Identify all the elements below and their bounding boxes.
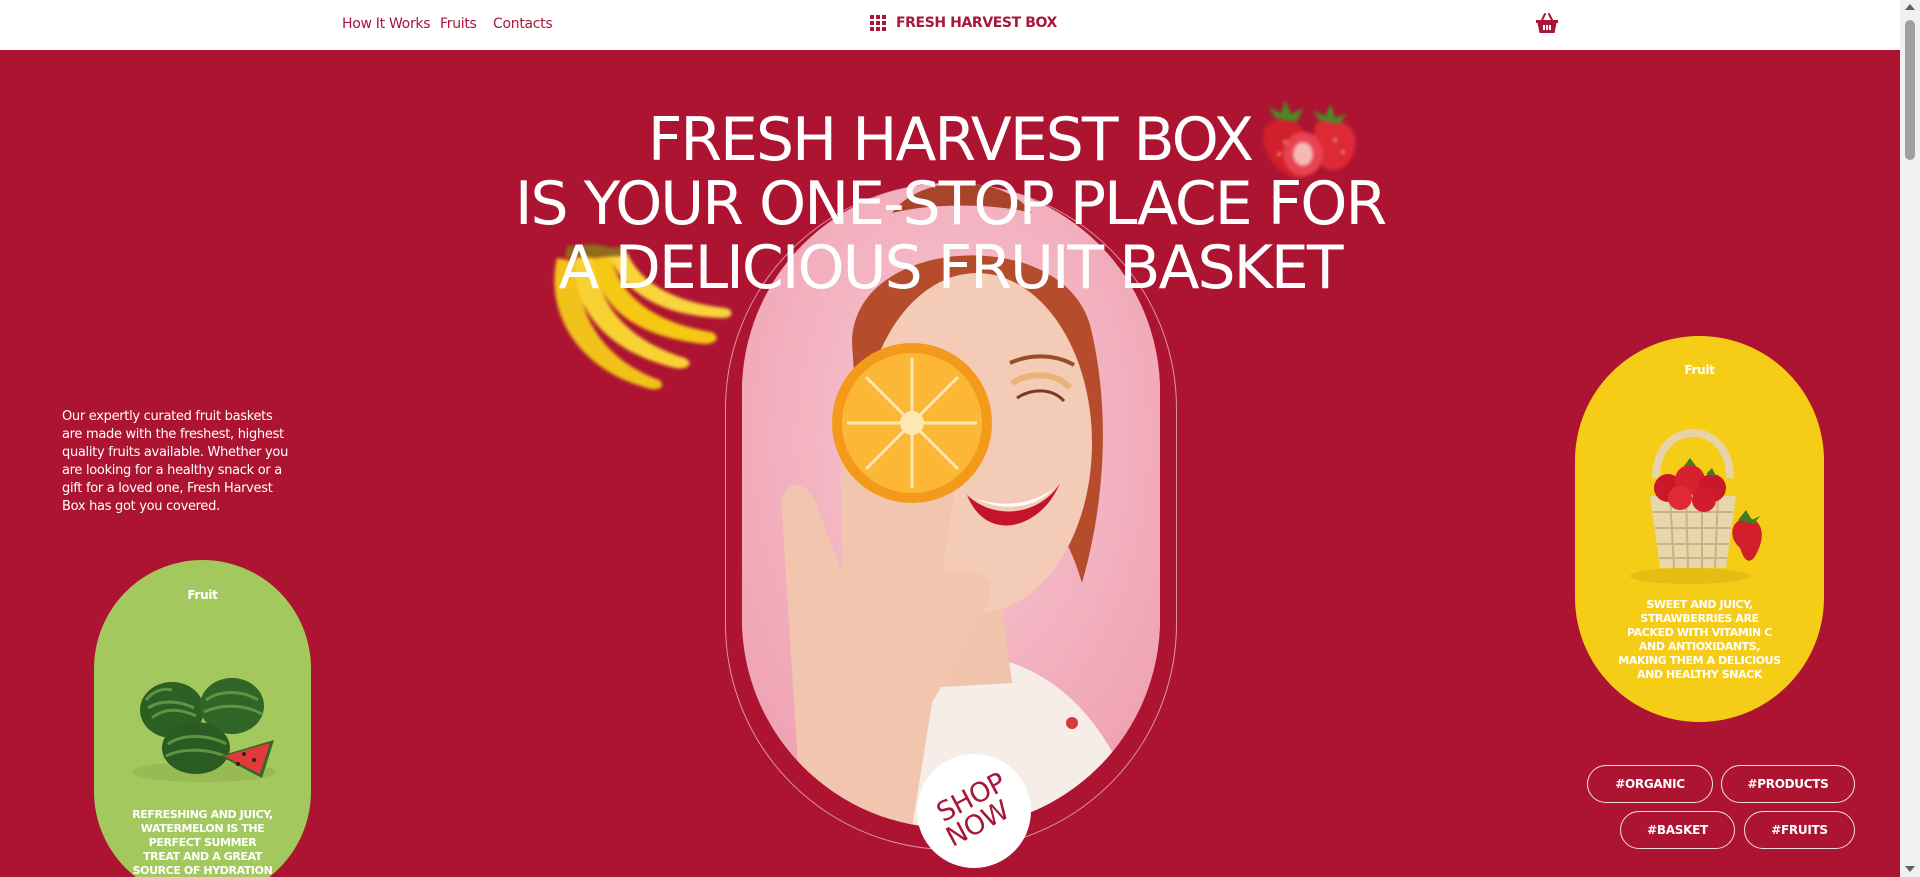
- card-description: SWEET AND JUICY, STRAWBERRIES ARE PACKED…: [1618, 598, 1781, 681]
- grid-menu-icon: [870, 15, 886, 31]
- watermelon-image: [124, 660, 284, 794]
- nav-link-contacts[interactable]: Contacts: [493, 16, 553, 32]
- page-scrollbar[interactable]: [1900, 0, 1920, 877]
- scrollbar-thumb[interactable]: [1905, 20, 1915, 160]
- hero-title-line-2: IS YOUR ONE-STOP PLACE FOR: [514, 169, 1387, 239]
- tag-fruits[interactable]: #FRUITS: [1744, 811, 1855, 849]
- top-navbar: How It Works Fruits Contacts FRESH HARVE…: [0, 0, 1900, 50]
- watermelon-product-card[interactable]: Fruit REFRESHING AND JUICY, WATERMELON I…: [94, 560, 311, 877]
- shop-now-button[interactable]: SHOP NOW: [917, 754, 1031, 868]
- strawberry-product-card[interactable]: Fruit SWEET AND JUICY, STRAWBERRIES ARE …: [1575, 336, 1824, 722]
- scroll-up-arrow-icon[interactable]: [1905, 4, 1915, 10]
- strawberry-basket-image: [1620, 408, 1780, 592]
- hero-title-line-3: A DELICIOUS FRUIT BASKET: [558, 233, 1344, 303]
- hero-title-line-1: FRESH HARVEST BOX: [647, 105, 1254, 175]
- nav-link-how-it-works[interactable]: How It Works: [342, 16, 431, 32]
- card-label: Fruit: [187, 588, 218, 602]
- brand-logo[interactable]: FRESH HARVEST BOX: [870, 15, 1057, 31]
- card-description: REFRESHING AND JUICY, WATERMELON IS THE …: [132, 808, 273, 877]
- tag-organic[interactable]: #ORGANIC: [1587, 765, 1713, 803]
- hero-intro-text: Our expertly curated fruit baskets are m…: [62, 409, 289, 514]
- tag-products[interactable]: #PRODUCTS: [1721, 765, 1855, 803]
- brand-name: FRESH HARVEST BOX: [896, 15, 1057, 31]
- hero-title: FRESH HARVEST BOX IS YOUR ONE-STOP PLACE…: [440, 108, 1460, 300]
- nav-link-fruits[interactable]: Fruits: [440, 16, 477, 32]
- tag-basket[interactable]: #BASKET: [1620, 811, 1735, 849]
- cart-basket-icon[interactable]: [1535, 12, 1559, 34]
- scroll-down-arrow-icon[interactable]: [1905, 866, 1915, 872]
- card-label: Fruit: [1684, 363, 1715, 377]
